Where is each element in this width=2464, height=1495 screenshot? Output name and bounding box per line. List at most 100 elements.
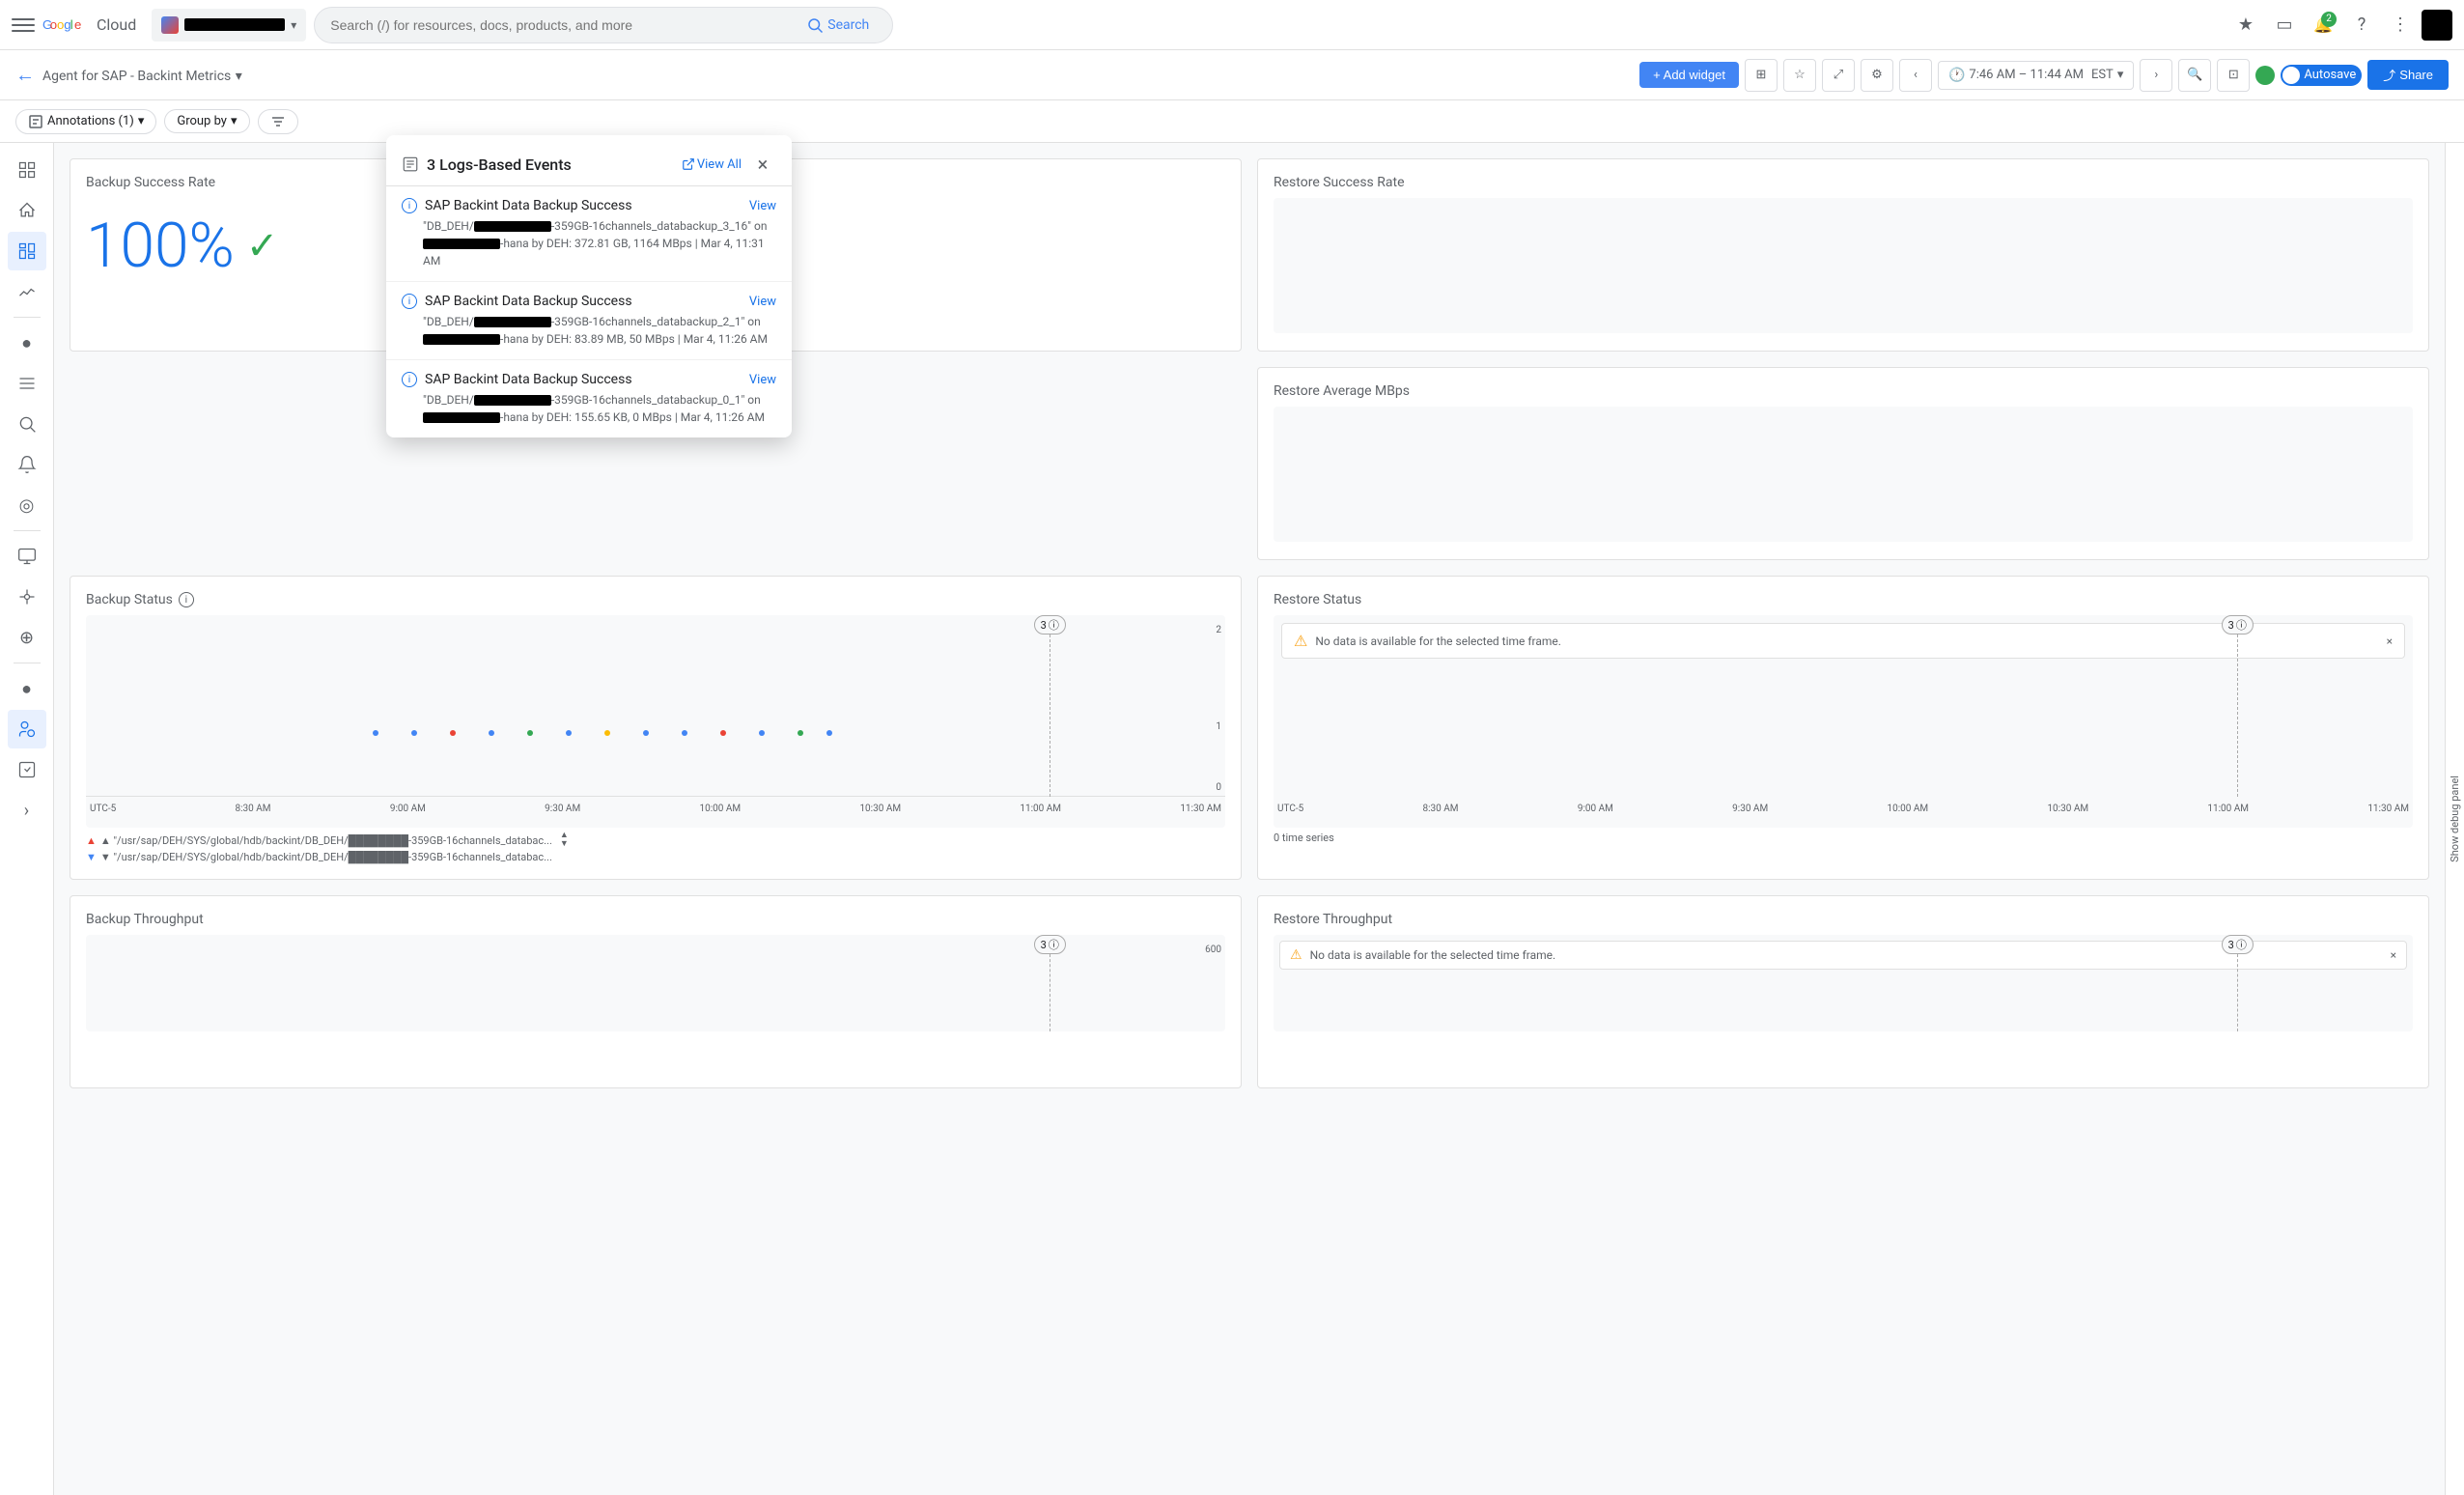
dashboard-dropdown-icon[interactable]: ▾ bbox=[236, 69, 242, 84]
search-input[interactable] bbox=[330, 17, 791, 33]
fullscreen-button[interactable]: ⤢ bbox=[1822, 59, 1855, 92]
sidebar-item-metrics[interactable] bbox=[8, 272, 46, 311]
more-icon[interactable]: ⋮ bbox=[2383, 8, 2418, 42]
debug-panel-toggle[interactable]: Show debug panel bbox=[2449, 768, 2461, 870]
sidebar-item-expand[interactable]: › bbox=[8, 791, 46, 830]
sidebar-item-groups[interactable] bbox=[8, 710, 46, 748]
sidebar-item-dashboard[interactable] bbox=[8, 232, 46, 270]
share-icon: ⤴ bbox=[2383, 66, 2395, 84]
filter-bar: Annotations (1) ▾ Group by ▾ bbox=[0, 100, 2464, 143]
settings-button[interactable]: ⚙ bbox=[1861, 59, 1893, 92]
sidebar-item-dot2[interactable]: ◎ bbox=[8, 486, 46, 524]
sidebar-item-compute[interactable] bbox=[8, 537, 46, 576]
bookmark-icon[interactable]: ★ bbox=[2228, 8, 2263, 42]
x-label-830: 8:30 AM bbox=[236, 804, 271, 814]
backup-rate-value: 100% bbox=[86, 210, 235, 282]
restore-success-chart-area bbox=[1274, 198, 2413, 333]
next-button[interactable]: › bbox=[2140, 59, 2172, 92]
sidebar-item-services[interactable]: ⊕ bbox=[8, 618, 46, 657]
status-green-dot bbox=[2255, 66, 2275, 85]
search-zoom-button[interactable]: 🔍 bbox=[2178, 59, 2211, 92]
y-label-0: 0 bbox=[1216, 782, 1221, 793]
event-1-view-link[interactable]: View bbox=[749, 199, 776, 213]
sidebar-item-logs[interactable] bbox=[8, 364, 46, 403]
svg-text:o: o bbox=[57, 17, 64, 32]
modal-title: 3 Logs-Based Events bbox=[427, 155, 674, 174]
event-count-badge[interactable]: 3 ⓘ bbox=[1034, 615, 1066, 635]
event-3-info-icon: i bbox=[402, 372, 417, 387]
restore-throughput-marker: 3 ⓘ bbox=[2222, 935, 2254, 1031]
rx-930: 9:30 AM bbox=[1732, 804, 1768, 814]
rx-1030: 10:30 AM bbox=[2047, 804, 2088, 814]
event-3-redacted1 bbox=[474, 395, 551, 406]
series-scroll[interactable]: ▲ ▼ bbox=[560, 832, 569, 849]
right-debug-panel: Show debug panel bbox=[2445, 143, 2464, 1495]
star-button[interactable]: ☆ bbox=[1783, 59, 1816, 92]
event-2-details: "DB_DEH/-359GB-16channels_databackup_2_1… bbox=[423, 313, 776, 348]
notification-icon[interactable]: 🔔 2 bbox=[2306, 8, 2340, 42]
annotations-label: Annotations (1) bbox=[47, 114, 134, 128]
sidebar-item-home[interactable] bbox=[8, 191, 46, 230]
event-3-view-link[interactable]: View bbox=[749, 373, 776, 387]
prev-button[interactable]: ‹ bbox=[1899, 59, 1932, 92]
external-link-icon bbox=[682, 157, 695, 171]
widget-restore-status: Restore Status 3 ⓘ ⚠ No data is avai bbox=[1257, 576, 2429, 880]
series-1-arrow: ▲ bbox=[86, 834, 97, 847]
project-selector[interactable]: ▾ bbox=[152, 9, 306, 42]
event-3-detail2: -hana by DEH: 155.65 KB, 0 MBps | Mar 4,… bbox=[423, 409, 776, 426]
hamburger-menu[interactable] bbox=[12, 14, 35, 37]
sidebar-item-search[interactable] bbox=[8, 405, 46, 443]
series-2-arrow: ▼ bbox=[86, 851, 97, 863]
view-all-link[interactable]: View All bbox=[682, 157, 742, 172]
help-icon[interactable]: ? bbox=[2344, 8, 2379, 42]
throughput-event-badge[interactable]: 3 ⓘ bbox=[1034, 935, 1066, 954]
back-button[interactable]: ← bbox=[15, 63, 35, 87]
group-by-dropdown: ▾ bbox=[231, 114, 238, 128]
search-button[interactable]: Search bbox=[798, 13, 877, 38]
widget-title-backup-throughput: Backup Throughput bbox=[86, 912, 1225, 927]
sidebar-item-tasks[interactable] bbox=[8, 750, 46, 789]
sidebar-item-overview[interactable] bbox=[8, 151, 46, 189]
zero-series-label: 0 time series bbox=[1274, 832, 2413, 844]
view-toggle-button[interactable]: ⊞ bbox=[1745, 59, 1778, 92]
sidebar-item-alerts[interactable] bbox=[8, 445, 46, 484]
no-data-text: No data is available for the selected ti… bbox=[1315, 635, 1561, 648]
modal-close-button[interactable]: × bbox=[749, 151, 776, 178]
event-1-header: i SAP Backint Data Backup Success View bbox=[402, 198, 776, 213]
share-label: Share bbox=[2399, 68, 2433, 82]
group-by-filter[interactable]: Group by ▾ bbox=[164, 109, 249, 133]
autosave-area: Autosave bbox=[2255, 65, 2362, 86]
cloud-text: Cloud bbox=[97, 15, 136, 34]
global-search-bar[interactable]: Search bbox=[314, 7, 893, 43]
restore-throughput-badge[interactable]: 3 ⓘ bbox=[2222, 935, 2254, 954]
sidebar-item-dot1[interactable]: ● bbox=[8, 324, 46, 362]
filter-button[interactable] bbox=[258, 109, 298, 134]
x-label-930: 9:30 AM bbox=[545, 804, 580, 814]
compare-button[interactable]: ⊡ bbox=[2217, 59, 2250, 92]
restore-event-badge[interactable]: 3 ⓘ bbox=[2222, 615, 2254, 635]
clock-icon: 🕐 bbox=[1948, 68, 1965, 83]
autosave-toggle[interactable]: Autosave bbox=[2281, 65, 2362, 86]
nav-icons: ★ ▭ 🔔 2 ? ⋮ bbox=[2228, 8, 2452, 42]
close-restore-throughput-warning[interactable]: × bbox=[2391, 948, 2396, 962]
close-no-data-icon[interactable]: × bbox=[2387, 635, 2393, 648]
widget-title-restore-success: Restore Success Rate bbox=[1274, 175, 2413, 190]
cast-icon[interactable]: ▭ bbox=[2267, 8, 2302, 42]
add-widget-button[interactable]: + Add widget bbox=[1639, 62, 1739, 88]
rx-1000: 10:00 AM bbox=[1888, 804, 1929, 814]
project-dropdown-icon: ▾ bbox=[291, 18, 296, 32]
backup-status-info-icon[interactable]: i bbox=[179, 592, 194, 607]
user-avatar[interactable] bbox=[2422, 10, 2452, 41]
sidebar-item-dot3[interactable]: ● bbox=[8, 669, 46, 708]
search-button-label: Search bbox=[827, 17, 869, 33]
timezone-label: EST bbox=[2091, 68, 2114, 82]
sidebar-item-kubernetes[interactable] bbox=[8, 578, 46, 616]
event-2-view-link[interactable]: View bbox=[749, 295, 776, 309]
series-1-label: ▲ ▲ "/usr/sap/DEH/SYS/global/hdb/backint… bbox=[86, 832, 1225, 849]
share-button[interactable]: ⤴ Share bbox=[2367, 60, 2449, 90]
autosave-label: Autosave bbox=[2304, 68, 2356, 82]
throughput-event-marker: 3 ⓘ bbox=[1034, 935, 1066, 1031]
annotations-filter[interactable]: Annotations (1) ▾ bbox=[15, 109, 156, 134]
time-range-selector[interactable]: 🕐 7:46 AM – 11:44 AM EST ▾ bbox=[1938, 61, 2134, 90]
widget-restore-avg-mbps: Restore Average MBps bbox=[1257, 367, 2429, 560]
